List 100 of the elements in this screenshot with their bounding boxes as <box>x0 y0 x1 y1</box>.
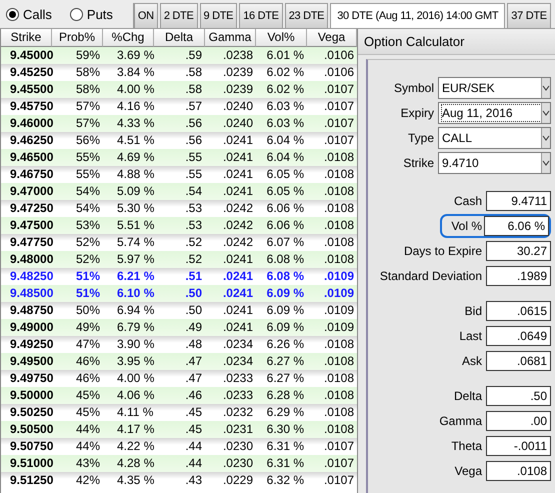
caret-icon <box>541 102 550 122</box>
column-header[interactable]: Vega <box>307 29 357 47</box>
table-cell-text: .0109 <box>322 285 355 302</box>
table-cell-text: .0229 <box>222 472 254 489</box>
expiry-tab[interactable]: 9 DTE <box>200 3 238 28</box>
table-cell-text: 5.51 % <box>116 217 154 234</box>
table-cell-text: 6.32 % <box>266 472 305 489</box>
expiry-tab[interactable]: 37 DTE <box>507 3 551 28</box>
table-cell-text: .52 <box>184 234 203 251</box>
table-cell-text: .0241 <box>222 132 254 149</box>
input-field[interactable]: .50 <box>486 386 551 406</box>
expiry-tab[interactable]: 23 DTE <box>284 3 328 28</box>
field-label: Delta <box>454 389 482 403</box>
table-cell-text: 4.11 % <box>116 404 154 421</box>
table-cell-text: .0108 <box>322 149 355 166</box>
column-header[interactable]: Strike <box>1 29 52 47</box>
field-label: Days to Expire <box>404 244 482 258</box>
table-cell-text: .0108 <box>322 336 355 353</box>
field-label: Cash <box>454 194 482 208</box>
table-cell-text: .50 <box>184 302 203 319</box>
field-label: Bid <box>464 304 482 318</box>
table-cell-text: .0109 <box>322 302 355 319</box>
input-field[interactable]: 9.4711 <box>486 191 551 211</box>
table-cell-text: 9.45500 <box>9 81 52 98</box>
input-field[interactable]: 6.06 % <box>484 216 549 236</box>
dropdown[interactable]: 9.4710 <box>438 152 551 174</box>
table-cell-text: 6.07 % <box>266 234 305 251</box>
input-field[interactable]: .0108 <box>486 461 551 481</box>
input-field[interactable]: .0615 <box>486 301 551 321</box>
dropdown[interactable]: Aug 11, 2016 <box>438 102 551 124</box>
table-cell-text: .0231 <box>222 421 254 438</box>
table-cell-text: 4.33 % <box>116 115 154 132</box>
table-cell-text: 6.04 % <box>266 149 305 166</box>
table-cell-text: 44% <box>74 438 101 455</box>
table-cell-text: .0108 <box>322 234 355 251</box>
table-cell-text: .0108 <box>322 387 355 404</box>
expiry-tab[interactable]: 16 DTE <box>239 3 283 28</box>
table-cell-text: 9.48750 <box>9 302 52 319</box>
expiry-tab[interactable]: 2 DTE <box>160 3 198 28</box>
table-cell-text: .0106 <box>322 47 355 64</box>
table-cell-text: 44% <box>74 421 101 438</box>
table-cell-text: 9.48500 <box>9 285 52 302</box>
table-cell-text: 43% <box>74 455 101 472</box>
table-cell-text: 6.09 % <box>266 302 305 319</box>
table-cell-text: .0108 <box>322 370 355 387</box>
table-cell-text: 9.45750 <box>9 98 52 115</box>
table-cell-text: .0241 <box>222 166 254 183</box>
table-cell-text: .58 <box>184 64 203 81</box>
column-header[interactable]: Vol% <box>256 29 307 47</box>
table-cell-text: .44 <box>184 438 203 455</box>
table-cell-text: .0107 <box>322 455 355 472</box>
table-cell-text: 9.47000 <box>9 183 52 200</box>
table-cell-text: 6.02 % <box>266 81 305 98</box>
input-field[interactable]: .1989 <box>486 266 551 286</box>
table-cell-text: 9.50500 <box>9 421 52 438</box>
column-header[interactable]: Delta <box>154 29 205 47</box>
field-label: Symbol <box>394 80 434 94</box>
table-cell-text: .49 <box>184 319 203 336</box>
table-cell-text: 3.69 % <box>116 47 154 64</box>
table-cell-text: .43 <box>184 472 203 489</box>
dropdown[interactable]: CALL <box>438 126 551 148</box>
table-cell-text: 9.49750 <box>9 370 52 387</box>
expiry-tab[interactable]: ON <box>134 3 158 28</box>
table-cell-text: 6.08 % <box>266 251 305 268</box>
input-field[interactable]: .00 <box>486 411 551 431</box>
table-cell-text: .47 <box>184 353 203 370</box>
input-field[interactable]: 30.27 <box>486 241 551 261</box>
table-cell-text: 6.08 % <box>266 268 305 285</box>
input-field[interactable]: -.0011 <box>486 436 551 456</box>
column-header[interactable]: Prob% <box>52 29 103 47</box>
expiry-tab[interactable]: 30 DTE (Aug 11, 2016) 14:00 GMT <box>330 3 506 28</box>
table-cell-text: .53 <box>184 200 203 217</box>
table-cell-text: 5.30 % <box>116 200 154 217</box>
table-cell-text: .48 <box>184 336 203 353</box>
column-header[interactable]: %Chg <box>103 29 154 47</box>
table-cell-text: .0108 <box>322 166 355 183</box>
radio-button[interactable]: Puts <box>64 3 113 25</box>
table-cell-text: 6.06 % <box>266 217 305 234</box>
table-cell-text: 9.45250 <box>9 64 52 81</box>
table-cell-text: 42% <box>74 472 101 489</box>
input-field[interactable]: .0649 <box>486 326 551 346</box>
table-cell-text: 5.97 % <box>116 251 154 268</box>
dropdown[interactable]: EUR/SEK <box>438 76 551 98</box>
table-cell-text: 6.31 % <box>266 438 305 455</box>
table-cell-text: 6.21 % <box>116 268 154 285</box>
table-cell-text: 9.49000 <box>9 319 52 336</box>
table-cell-text: .0241 <box>222 149 254 166</box>
radio-button[interactable]: Calls <box>0 3 52 25</box>
table-cell-text: 4.00 % <box>116 370 154 387</box>
table-cell-text: .0107 <box>322 132 355 149</box>
table-cell-text: 6.31 % <box>266 455 305 472</box>
field-label: Theta <box>451 439 482 453</box>
table-cell-text: 4.28 % <box>116 455 154 472</box>
table-cell-text: 6.94 % <box>116 302 154 319</box>
column-header[interactable]: Gamma <box>205 29 256 47</box>
table-cell-text: 53% <box>74 217 101 234</box>
table-cell-text: 6.04 % <box>266 132 305 149</box>
input-field[interactable]: .0681 <box>486 351 551 371</box>
table-cell-text: .55 <box>184 149 203 166</box>
table-cell-text: .45 <box>184 421 203 438</box>
